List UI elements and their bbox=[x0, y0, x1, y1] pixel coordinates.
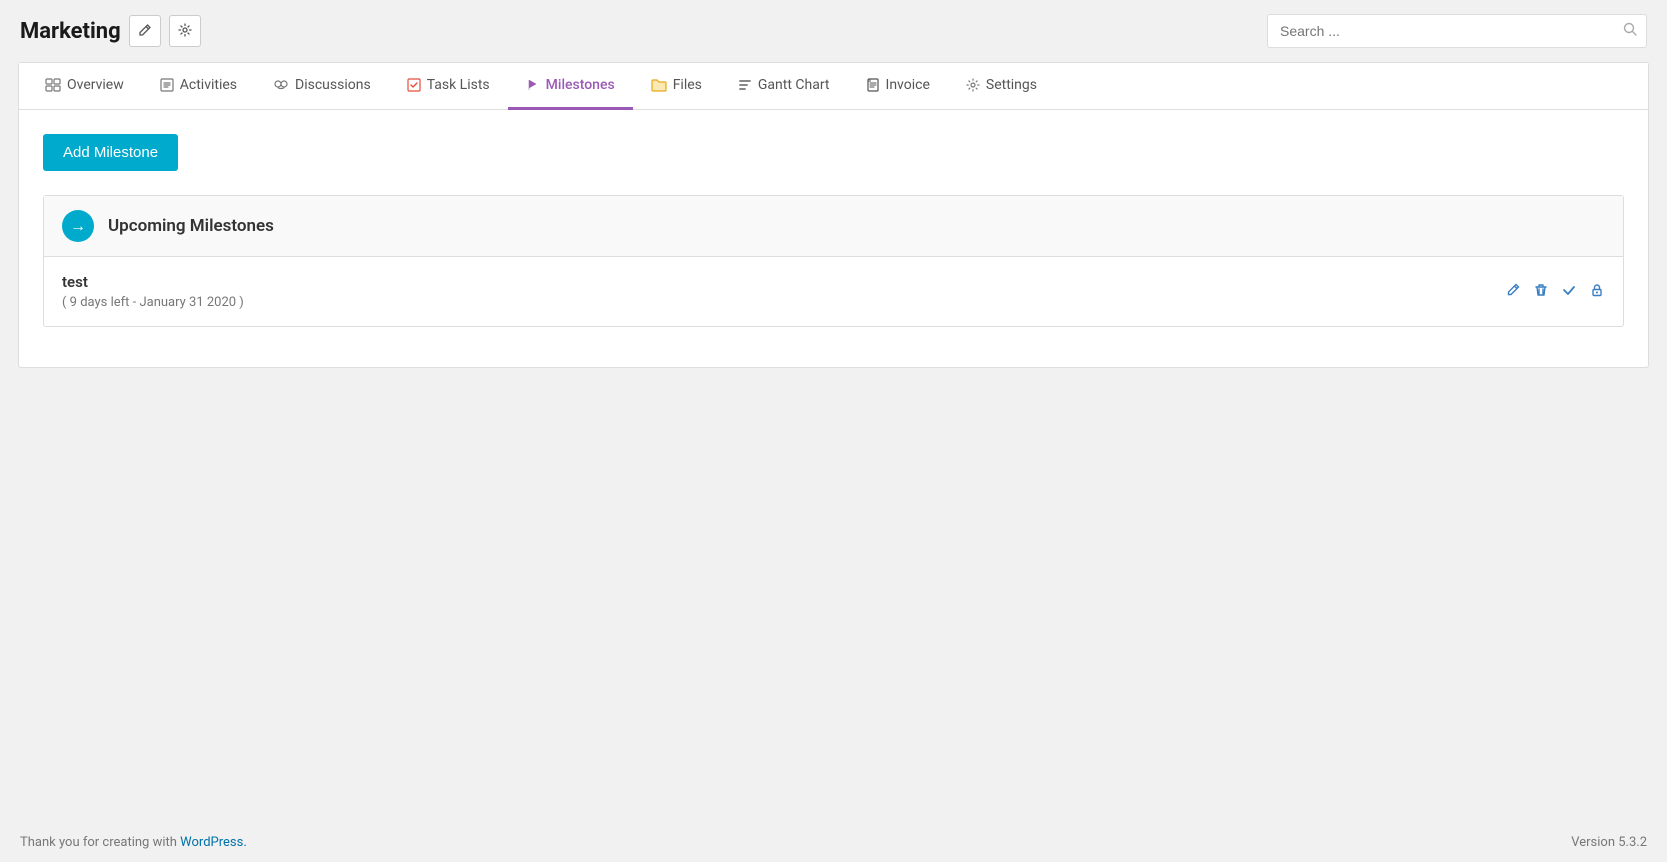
overview-icon bbox=[45, 78, 61, 92]
tab-settings[interactable]: Settings bbox=[948, 63, 1055, 110]
tab-milestones[interactable]: Milestones bbox=[508, 63, 633, 110]
milestone-item: test ( 9 days left - January 31 2020 ) bbox=[44, 257, 1623, 326]
edit-icon bbox=[138, 23, 152, 40]
tab-overview-label: Overview bbox=[67, 77, 124, 93]
tab-discussions-label: Discussions bbox=[295, 77, 371, 93]
arrow-right-icon: → bbox=[70, 216, 86, 236]
milestone-name: test bbox=[62, 273, 244, 291]
edit-button[interactable] bbox=[129, 15, 161, 47]
tab-milestones-label: Milestones bbox=[546, 77, 615, 93]
lock-milestone-icon[interactable] bbox=[1589, 282, 1605, 302]
tab-files-label: Files bbox=[673, 77, 702, 93]
tab-gantt-chart-label: Gantt Chart bbox=[758, 77, 830, 93]
milestone-info: test ( 9 days left - January 31 2020 ) bbox=[62, 273, 244, 310]
main-card: Overview Activities Discussions bbox=[18, 62, 1649, 368]
tab-invoice-label: Invoice bbox=[886, 77, 930, 93]
gear-button[interactable] bbox=[169, 15, 201, 47]
top-bar-left: Marketing bbox=[20, 15, 201, 47]
delete-milestone-icon[interactable] bbox=[1533, 282, 1549, 302]
tabs-nav: Overview Activities Discussions bbox=[19, 63, 1648, 110]
milestones-header: → Upcoming Milestones bbox=[44, 196, 1623, 257]
tab-task-lists-label: Task Lists bbox=[427, 77, 490, 93]
wordpress-link[interactable]: WordPress. bbox=[180, 835, 247, 850]
milestone-date: ( 9 days left - January 31 2020 ) bbox=[62, 295, 244, 310]
milestones-icon bbox=[526, 78, 540, 92]
milestones-header-title: Upcoming Milestones bbox=[108, 216, 274, 236]
milestones-header-icon: → bbox=[62, 210, 94, 242]
tab-files[interactable]: Files bbox=[633, 63, 720, 110]
page-title: Marketing bbox=[20, 19, 121, 44]
activities-icon bbox=[160, 78, 174, 92]
content-area: Add Milestone → Upcoming Milestones test… bbox=[19, 110, 1648, 367]
discussions-icon bbox=[273, 78, 289, 92]
tab-discussions[interactable]: Discussions bbox=[255, 63, 389, 110]
complete-milestone-icon[interactable] bbox=[1561, 282, 1577, 302]
gear-icon bbox=[178, 23, 192, 40]
footer: Thank you for creating with WordPress. V… bbox=[0, 823, 1667, 862]
edit-milestone-icon[interactable] bbox=[1505, 282, 1521, 302]
footer-credit: Thank you for creating with WordPress. bbox=[20, 835, 247, 850]
tab-gantt-chart[interactable]: Gantt Chart bbox=[720, 63, 848, 110]
tab-task-lists[interactable]: Task Lists bbox=[389, 63, 508, 110]
footer-version: Version 5.3.2 bbox=[1571, 835, 1647, 850]
tab-invoice[interactable]: Invoice bbox=[848, 63, 948, 110]
tab-settings-label: Settings bbox=[986, 77, 1037, 93]
task-lists-icon bbox=[407, 78, 421, 92]
tab-activities-label: Activities bbox=[180, 77, 237, 93]
tab-settings-icon bbox=[966, 78, 980, 92]
footer-thank-you-text: Thank you for creating with bbox=[20, 835, 180, 850]
tab-overview[interactable]: Overview bbox=[27, 63, 142, 110]
milestone-actions bbox=[1505, 282, 1605, 302]
add-milestone-button[interactable]: Add Milestone bbox=[43, 134, 178, 171]
milestones-section: → Upcoming Milestones test ( 9 days left… bbox=[43, 195, 1624, 327]
search-input[interactable] bbox=[1267, 14, 1647, 48]
invoice-icon bbox=[866, 78, 880, 92]
search-wrapper bbox=[1267, 14, 1647, 48]
top-bar: Marketing bbox=[0, 0, 1667, 62]
tab-activities[interactable]: Activities bbox=[142, 63, 255, 110]
gantt-chart-icon bbox=[738, 78, 752, 92]
files-icon bbox=[651, 78, 667, 92]
